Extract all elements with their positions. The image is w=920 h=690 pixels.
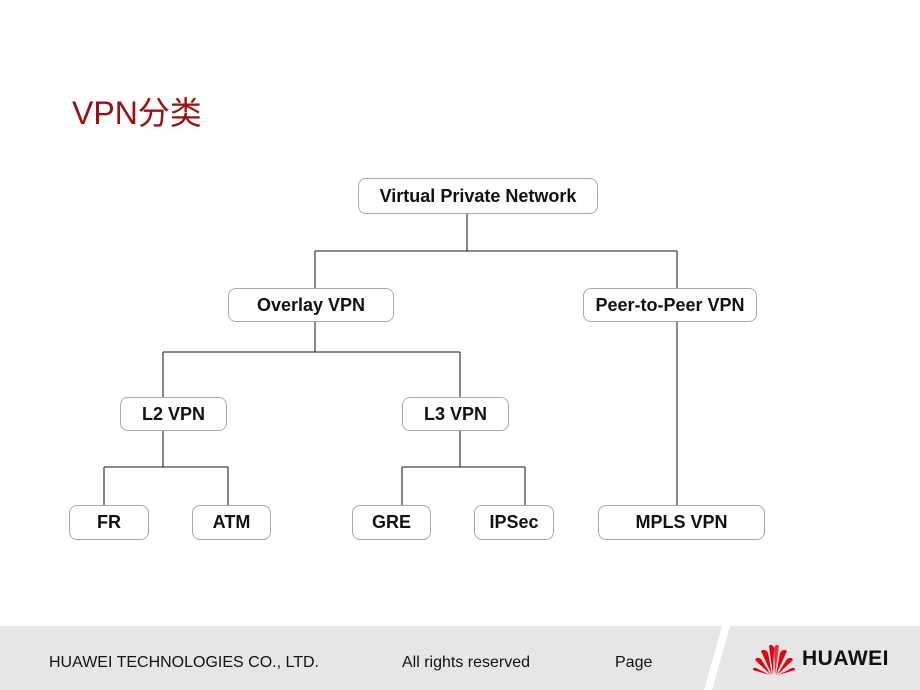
node-ipsec: IPSec (474, 505, 554, 540)
node-atm: ATM (192, 505, 271, 540)
footer-company: HUAWEI TECHNOLOGIES CO., LTD. (49, 654, 319, 671)
huawei-logo: HUAWEI (752, 642, 889, 676)
node-mpls-vpn: MPLS VPN (598, 505, 765, 540)
node-gre: GRE (352, 505, 431, 540)
huawei-logo-text: HUAWEI (802, 647, 889, 670)
huawei-petals-icon (753, 644, 795, 675)
node-l3-vpn: L3 VPN (402, 397, 509, 431)
footer-rights: All rights reserved (402, 654, 531, 671)
footer-page-label: Page (615, 654, 653, 671)
node-fr: FR (69, 505, 149, 540)
node-virtual-private-network: Virtual Private Network (358, 178, 598, 214)
node-peer-to-peer-vpn: Peer-to-Peer VPN (583, 288, 757, 322)
node-l2-vpn: L2 VPN (120, 397, 227, 431)
node-overlay-vpn: Overlay VPN (228, 288, 394, 322)
